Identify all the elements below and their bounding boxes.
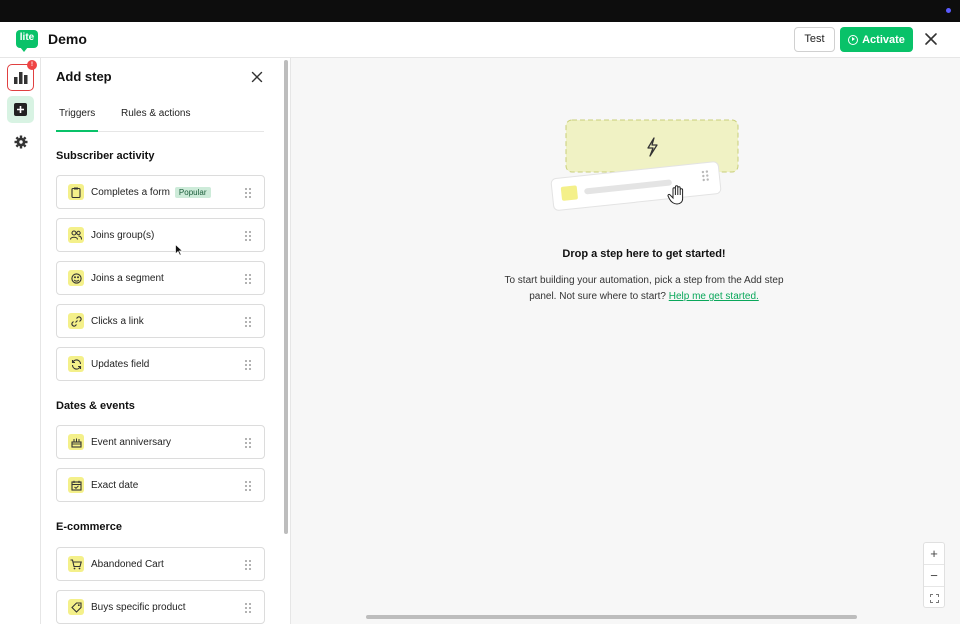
notification-badge: !	[27, 60, 37, 70]
step-label: Clicks a link	[91, 315, 144, 327]
add-step-panel: Add step Triggers Rules & actions Subscr…	[41, 58, 291, 624]
step-joins-groups[interactable]: Joins group(s)	[56, 218, 265, 252]
test-button[interactable]: Test	[794, 27, 835, 52]
empty-state-title: Drop a step here to get started!	[562, 248, 726, 260]
step-label: Updates field	[91, 358, 150, 370]
step-abandoned-cart[interactable]: Abandoned Cart	[56, 547, 265, 581]
panel-title: Add step	[56, 69, 112, 84]
mouse-cursor-icon	[175, 244, 183, 256]
step-updates-field[interactable]: Updates field	[56, 347, 265, 381]
play-circle-icon	[848, 34, 859, 45]
drop-step-illustration	[550, 119, 739, 211]
step-label: Abandoned Cart	[91, 558, 164, 570]
section-title-subscriber-activity: Subscriber activity	[56, 150, 155, 162]
step-completes-a-form[interactable]: Completes a form Popular	[56, 175, 265, 209]
activate-button[interactable]: Activate	[840, 27, 913, 52]
empty-state-description: To start building your automation, pick …	[494, 273, 794, 305]
app-header: lite Demo Test Activate	[0, 22, 960, 58]
cake-icon	[68, 434, 84, 450]
step-label: Exact date	[91, 479, 139, 491]
drag-handle-icon[interactable]	[245, 438, 251, 448]
zoom-out-button[interactable]: −	[924, 565, 944, 587]
step-buys-specific-product[interactable]: Buys specific product	[56, 590, 265, 624]
system-top-bar	[0, 0, 960, 22]
drag-handle-icon[interactable]	[245, 231, 251, 241]
section-title-e-commerce: E-commerce	[56, 521, 123, 533]
drag-handle-icon[interactable]	[245, 603, 251, 613]
panel-tabs: Triggers Rules & actions	[56, 102, 264, 132]
plus-square-icon	[14, 103, 27, 116]
link-icon	[68, 313, 84, 329]
drag-handle-icon[interactable]	[245, 188, 251, 198]
step-label: Event anniversary	[91, 436, 172, 448]
drag-handle-icon[interactable]	[245, 481, 251, 491]
activate-label: Activate	[862, 33, 905, 46]
logo: lite	[16, 30, 38, 52]
workflow-canvas[interactable]: Drop a step here to get started! To star…	[291, 58, 960, 624]
step-event-anniversary[interactable]: Event anniversary	[56, 425, 265, 459]
left-nav: !	[0, 58, 41, 624]
automation-title[interactable]: Demo	[48, 31, 87, 47]
step-exact-date[interactable]: Exact date	[56, 468, 265, 502]
step-label: Joins a segment	[91, 272, 164, 284]
step-label: Completes a form	[91, 186, 170, 198]
tab-triggers[interactable]: Triggers	[59, 108, 95, 119]
fullscreen-icon	[929, 593, 939, 603]
gear-icon	[14, 135, 27, 148]
step-label: Joins group(s)	[91, 229, 155, 241]
refresh-icon	[68, 356, 84, 372]
status-dot	[946, 8, 951, 13]
step-joins-a-segment[interactable]: Joins a segment	[56, 261, 265, 295]
panel-scrollbar[interactable]	[284, 60, 288, 534]
active-tab-indicator	[56, 130, 98, 132]
close-icon[interactable]	[924, 32, 938, 46]
popular-badge: Popular	[174, 186, 211, 198]
bar-chart-icon	[13, 71, 27, 84]
nav-reports-button[interactable]: !	[7, 60, 37, 91]
drag-handle-icon[interactable]	[245, 317, 251, 327]
segment-icon	[68, 270, 84, 286]
drag-handle-icon[interactable]	[245, 274, 251, 284]
nav-add-step-button[interactable]	[7, 96, 34, 123]
tag-icon	[68, 599, 84, 615]
clipboard-icon	[68, 184, 84, 200]
nav-settings-button[interactable]	[7, 128, 34, 155]
step-clicks-a-link[interactable]: Clicks a link	[56, 304, 265, 338]
step-label: Buys specific product	[91, 601, 186, 613]
zoom-controls: + −	[923, 542, 945, 608]
tab-rules-actions[interactable]: Rules & actions	[121, 108, 190, 119]
zoom-in-button[interactable]: +	[924, 543, 944, 565]
users-icon	[68, 227, 84, 243]
drag-handle-icon[interactable]	[245, 360, 251, 370]
help-link[interactable]: Help me get started.	[669, 291, 759, 302]
calendar-check-icon	[68, 477, 84, 493]
fit-view-button[interactable]	[924, 587, 944, 609]
section-title-dates-events: Dates & events	[56, 400, 135, 412]
canvas-horizontal-scrollbar[interactable]	[366, 615, 857, 619]
close-panel-icon[interactable]	[251, 71, 263, 83]
drag-handle-icon[interactable]	[245, 560, 251, 570]
cart-icon	[68, 556, 84, 572]
